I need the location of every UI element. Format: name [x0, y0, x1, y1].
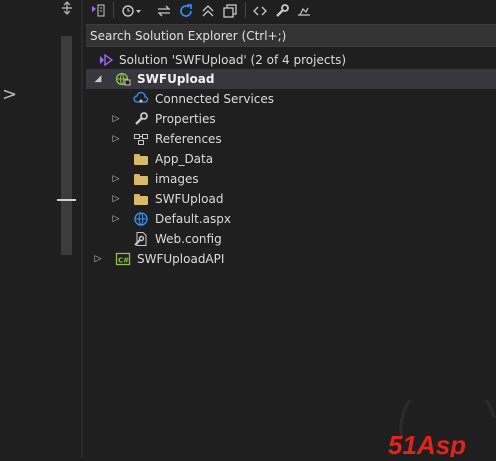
- svg-text:C#: C#: [118, 257, 129, 265]
- solution-explorer-toolbar: [83, 0, 496, 22]
- collapsed-chevron-icon[interactable]: ▷: [110, 132, 122, 146]
- tree-item-label: images: [155, 172, 199, 186]
- svg-text:51Asp: 51Asp: [388, 430, 466, 457]
- tree-item-images[interactable]: ▷ images: [86, 169, 496, 189]
- tree-item-swfupload-folder[interactable]: ▷ SWFUpload: [86, 189, 496, 209]
- tree-item-default-aspx[interactable]: ▷ Default.aspx: [86, 209, 496, 229]
- folder-icon: [133, 151, 149, 167]
- refresh-icon[interactable]: [177, 2, 195, 20]
- history-icon[interactable]: [121, 2, 143, 20]
- project-label: SWFUpload: [137, 72, 215, 86]
- tree-item-web-config[interactable]: Web.config: [86, 229, 496, 249]
- tree-item-properties[interactable]: ▷ Properties: [86, 109, 496, 129]
- editor-gutter: [0, 0, 57, 457]
- project-node-swfuploadapi[interactable]: ▷ C# SWFUploadAPI: [86, 249, 496, 269]
- tree-item-label: Properties: [155, 112, 216, 126]
- collapsed-chevron-icon[interactable]: ▷: [110, 192, 122, 206]
- tree-item-label: App_Data: [155, 152, 214, 166]
- search-box[interactable]: [86, 24, 496, 47]
- folder-icon: [133, 191, 149, 207]
- tree-item-label: Default.aspx: [155, 212, 231, 226]
- tree-item-connected-services[interactable]: Connected Services: [86, 89, 496, 109]
- tree-item-label: Connected Services: [155, 92, 275, 106]
- collapsed-chevron-icon[interactable]: ▷: [110, 112, 122, 126]
- wrench-icon[interactable]: [273, 2, 291, 20]
- search-input[interactable]: [90, 25, 490, 46]
- scrollbar-thumb[interactable]: [57, 199, 76, 201]
- project-label: SWFUploadAPI: [137, 252, 225, 266]
- references-icon: [133, 131, 149, 147]
- expanded-chevron-icon[interactable]: ◢: [92, 72, 104, 86]
- csharp-project-icon: C#: [115, 251, 131, 267]
- web-project-icon: [115, 71, 131, 87]
- sync-icon[interactable]: [155, 2, 173, 20]
- folder-icon: [133, 171, 149, 187]
- aspx-file-icon: [133, 211, 149, 227]
- collapse-chevron-icon[interactable]: >: [2, 85, 17, 105]
- wrench-icon: [133, 111, 149, 127]
- solution-label: Solution 'SWFUpload' (2 of 4 projects): [119, 53, 347, 67]
- tree-item-label: Web.config: [155, 232, 222, 246]
- toolbar-separator: [245, 2, 246, 18]
- toolbar-separator: [113, 2, 114, 18]
- tree-item-references[interactable]: ▷ References: [86, 129, 496, 149]
- preview-icon[interactable]: [295, 2, 313, 20]
- solution-node[interactable]: Solution 'SWFUpload' (2 of 4 projects): [86, 50, 496, 70]
- config-file-icon: [133, 231, 149, 247]
- collapsed-chevron-icon[interactable]: ▷: [110, 212, 122, 226]
- tree-item-label: SWFUpload: [155, 192, 224, 206]
- connected-services-icon: [133, 91, 149, 107]
- watermark-logo: 51Asp: [388, 379, 496, 460]
- tree-item-label: References: [155, 132, 222, 146]
- code-view-icon[interactable]: [251, 2, 269, 20]
- project-node-swfupload[interactable]: ◢ SWFUpload: [86, 69, 496, 89]
- scrollbar-track[interactable]: [61, 36, 72, 255]
- vs-switch-views-icon[interactable]: [89, 2, 107, 20]
- copy-icon[interactable]: [221, 2, 239, 20]
- collapse-all-icon[interactable]: [199, 2, 217, 20]
- scroll-split-icon[interactable]: [59, 0, 75, 16]
- collapsed-chevron-icon[interactable]: ▷: [110, 172, 122, 186]
- collapsed-chevron-icon[interactable]: ▷: [92, 252, 104, 266]
- solution-icon: [98, 52, 114, 68]
- tree-item-app-data[interactable]: App_Data: [86, 149, 496, 169]
